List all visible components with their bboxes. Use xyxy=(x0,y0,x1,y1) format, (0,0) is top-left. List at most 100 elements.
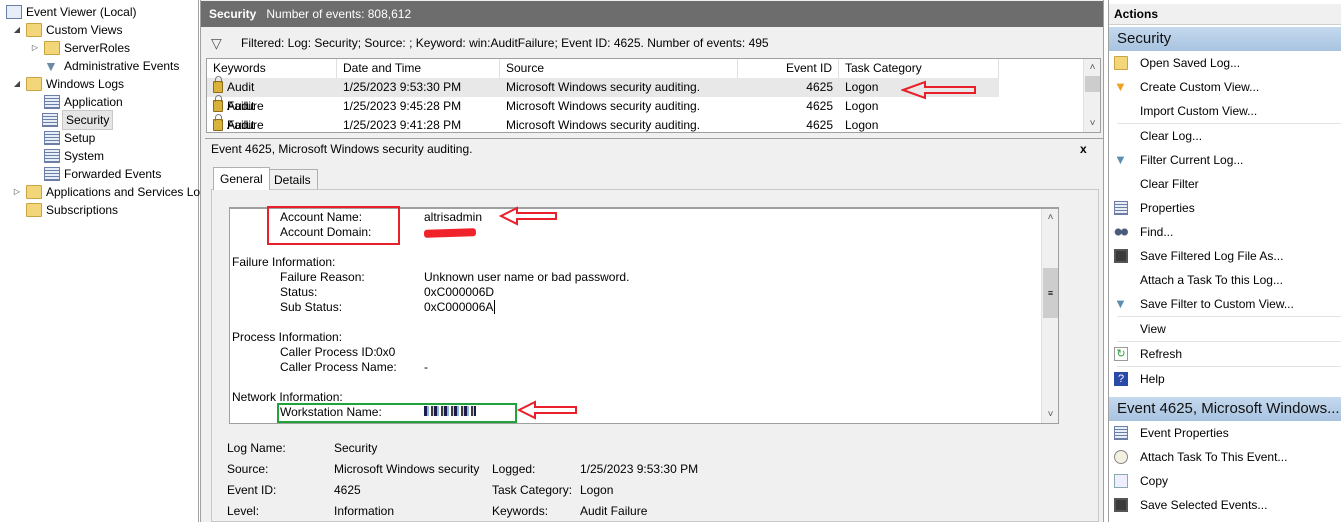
action-clear-log[interactable]: Clear Log... xyxy=(1109,125,1341,147)
action-refresh[interactable]: ↻ Refresh xyxy=(1109,343,1341,365)
tree-item-setup[interactable]: Setup xyxy=(44,129,95,147)
collapse-icon[interactable]: ◢ xyxy=(12,75,22,93)
expand-icon[interactable]: ▷ xyxy=(30,39,40,57)
tree-item-administrative-events[interactable]: ▼ Administrative Events xyxy=(44,57,179,75)
copy-icon xyxy=(1114,474,1128,488)
action-copy[interactable]: Copy xyxy=(1109,470,1341,492)
action-properties[interactable]: Properties xyxy=(1109,197,1341,219)
folder-icon xyxy=(26,185,42,199)
lock-icon xyxy=(213,76,223,93)
action-open-saved-log[interactable]: Open Saved Log... xyxy=(1109,52,1341,74)
filter-icon: ▽ xyxy=(211,35,222,51)
column-event-id[interactable]: Event ID xyxy=(738,59,839,78)
actions-pane: Actions Security Open Saved Log... ▼ Crea… xyxy=(1108,0,1341,522)
annotation-arrow xyxy=(499,206,557,226)
tab-details[interactable]: Details xyxy=(267,169,318,189)
properties-icon xyxy=(1114,426,1128,440)
action-view[interactable]: View xyxy=(1109,318,1341,340)
scroll-up-icon[interactable]: ˄ xyxy=(1042,209,1059,226)
close-icon[interactable]: x xyxy=(1080,139,1087,159)
actions-section-event[interactable]: Event 4625, Microsoft Windows... xyxy=(1109,397,1341,421)
column-source[interactable]: Source xyxy=(500,59,738,78)
annotation-arrow xyxy=(901,80,976,100)
account-name-value: altrisadmin xyxy=(424,210,483,224)
task-clock-icon xyxy=(1114,450,1128,464)
save-icon xyxy=(1114,498,1128,512)
log-warning-icon xyxy=(44,149,60,163)
action-attach-task-event[interactable]: Attach Task To This Event... xyxy=(1109,446,1341,468)
table-scrollbar[interactable]: ˄ ˅ xyxy=(1083,59,1100,132)
event-viewer-icon xyxy=(6,5,22,19)
expand-icon[interactable]: ▷ xyxy=(12,183,22,201)
annotation-arrow xyxy=(517,400,577,420)
action-save-filter-custom-view[interactable]: ▼ Save Filter to Custom View... xyxy=(1109,293,1341,315)
log-warning-icon xyxy=(42,113,58,127)
filter-text: Filtered: Log: Security; Source: ; Keywo… xyxy=(241,36,769,50)
action-save-filtered-log[interactable]: Save Filtered Log File As... xyxy=(1109,245,1341,267)
tree-item-application[interactable]: Application xyxy=(44,93,123,111)
tree-item-subscriptions[interactable]: Subscriptions xyxy=(26,201,118,219)
tree-item-event-viewer[interactable]: Event Viewer (Local) xyxy=(6,3,137,21)
tab-general[interactable]: General xyxy=(213,167,270,190)
actions-header: Actions xyxy=(1109,4,1341,25)
table-row[interactable]: Audit Failure 1/25/2023 9:53:30 PM Micro… xyxy=(207,76,999,113)
collapse-icon[interactable]: ◢ xyxy=(12,21,22,39)
scroll-down-icon[interactable]: ˅ xyxy=(1084,115,1100,132)
action-filter-current-log[interactable]: ▼ Filter Current Log... xyxy=(1109,149,1341,171)
redacted-domain xyxy=(423,228,477,238)
divider xyxy=(1117,123,1341,124)
filter-bar: ▽ Filtered: Log: Security; Source: ; Key… xyxy=(205,30,1103,57)
annotation-box-account xyxy=(267,206,400,245)
log-title: Security xyxy=(209,7,257,21)
refresh-icon: ↻ xyxy=(1114,347,1128,361)
event-detail-header: Event 4625, Microsoft Windows security a… xyxy=(205,138,1103,158)
action-find[interactable]: Find... xyxy=(1109,221,1341,243)
navigation-tree: Event Viewer (Local) ◢ Custom Views ▷ Serv… xyxy=(0,0,200,522)
tree-item-serverroles[interactable]: ▷ ServerRoles xyxy=(30,39,130,57)
scroll-thumb[interactable] xyxy=(1085,76,1100,92)
scroll-down-icon[interactable]: ˅ xyxy=(1042,406,1059,423)
column-task-category[interactable]: Task Category xyxy=(839,59,999,78)
description-scrollbar[interactable]: ˄ ≡ ˅ xyxy=(1041,209,1058,423)
folder-computer-icon xyxy=(26,77,42,91)
save-icon xyxy=(1114,249,1128,263)
action-clear-filter[interactable]: Clear Filter xyxy=(1109,173,1341,195)
action-help[interactable]: ? Help xyxy=(1109,368,1341,390)
table-row[interactable]: Audit Failure 1/25/2023 9:41:28 PM Micro… xyxy=(207,114,1084,132)
help-icon: ? xyxy=(1114,372,1128,386)
save-filter-icon: ▼ xyxy=(1114,296,1127,311)
filter-icon: ▼ xyxy=(44,58,58,74)
properties-icon xyxy=(1114,201,1128,215)
tree-item-applications-services[interactable]: ▷ Applications and Services Lo xyxy=(12,183,200,201)
tree-item-custom-views[interactable]: ◢ Custom Views xyxy=(12,21,122,39)
binoculars-icon xyxy=(1114,225,1128,239)
tree-item-forwarded-events[interactable]: Forwarded Events xyxy=(44,165,161,183)
filter-icon: ▼ xyxy=(1114,152,1127,167)
tree-item-windows-logs[interactable]: ◢ Windows Logs xyxy=(12,75,124,93)
action-attach-task-log[interactable]: Attach a Task To this Log... xyxy=(1109,269,1341,291)
folder-filter-icon xyxy=(26,23,42,37)
tree-item-system[interactable]: System xyxy=(44,147,104,165)
event-count: Number of events: 808,612 xyxy=(266,7,412,21)
lock-icon xyxy=(213,114,223,131)
log-icon xyxy=(44,167,60,181)
log-header: Security Number of events: 808,612 xyxy=(201,1,1103,27)
action-create-custom-view[interactable]: ▼ Create Custom View... xyxy=(1109,76,1341,98)
scroll-thumb[interactable]: ≡ xyxy=(1043,268,1058,318)
filter-add-icon: ▼ xyxy=(1114,79,1127,94)
lock-icon xyxy=(213,95,223,112)
action-save-selected-events[interactable]: Save Selected Events... xyxy=(1109,494,1341,516)
open-folder-icon xyxy=(1114,56,1128,70)
tree-item-security[interactable]: Security xyxy=(42,110,114,130)
action-event-properties[interactable]: Event Properties xyxy=(1109,422,1341,444)
divider xyxy=(1117,316,1341,317)
action-import-custom-view[interactable]: Import Custom View... xyxy=(1109,100,1341,122)
main-pane: Security Number of events: 808,612 ▽ Filt… xyxy=(200,0,1104,522)
column-date-time[interactable]: Date and Time xyxy=(337,59,500,78)
divider xyxy=(1117,341,1341,342)
scroll-up-icon[interactable]: ˄ xyxy=(1084,59,1100,76)
column-keywords[interactable]: Keywords xyxy=(207,59,337,78)
folder-icon xyxy=(44,41,60,55)
log-icon xyxy=(44,131,60,145)
actions-section-security[interactable]: Security xyxy=(1109,27,1341,51)
